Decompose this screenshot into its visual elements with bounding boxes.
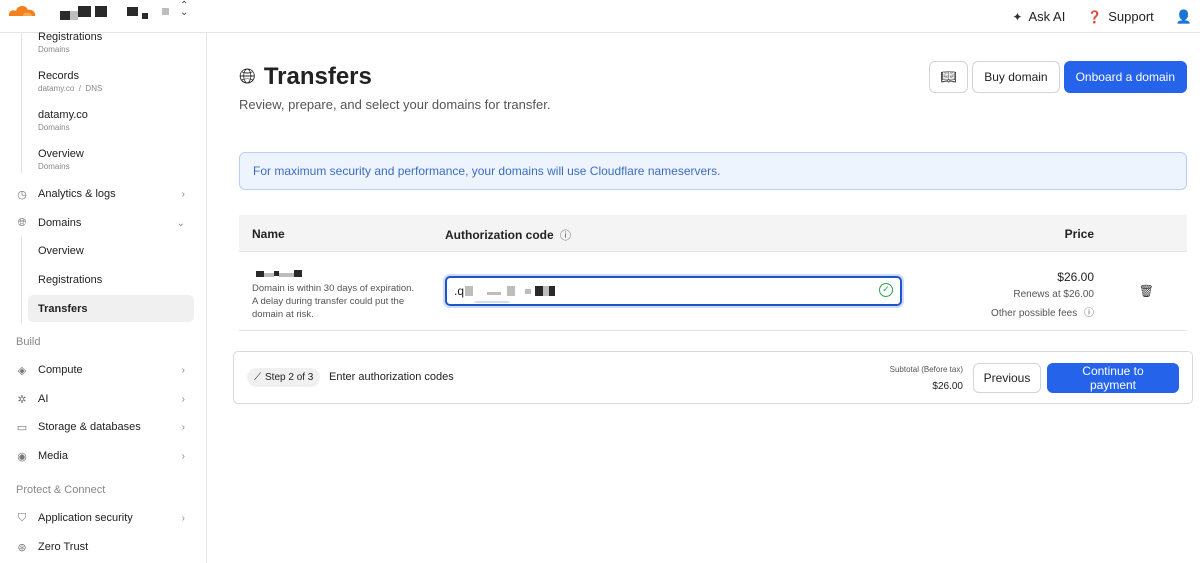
authorization-code-input[interactable]: .q ✓ — [445, 276, 902, 306]
clock-icon: ◷ — [17, 188, 27, 201]
top-bar: ⌃ ⌄ ✦ Ask AI ❓ Support 👤 — [0, 0, 1200, 33]
cloudflare-logo[interactable] — [5, 2, 37, 18]
continue-to-payment-button[interactable]: Continue to payment — [1047, 363, 1179, 393]
account-switcher[interactable] — [60, 3, 169, 20]
sidebar-item-ai[interactable]: ✲ AI › — [0, 386, 207, 412]
info-icon[interactable]: ⓘ — [1084, 308, 1094, 319]
media-icon: ◉ — [17, 450, 27, 463]
section-label-build: Build — [16, 336, 41, 348]
sidebar-item-analytics[interactable]: ◷ Analytics & logs › — [0, 181, 207, 207]
folder-icon: ▭ — [16, 421, 28, 434]
nameserver-notice: For maximum security and performance, yo… — [239, 152, 1187, 190]
expiration-warning: Domain is within 30 days of expiration. … — [252, 283, 415, 320]
book-open-icon: 📖︎ — [940, 69, 957, 84]
progress-icon: ⟋ — [254, 372, 261, 383]
help-circle-icon: ❓ — [1087, 9, 1103, 24]
domain-price: $26.00 — [1057, 270, 1094, 284]
sidebar-item-compute[interactable]: ◈ Compute › — [0, 357, 207, 383]
chevron-updown-icon[interactable]: ⌃ ⌄ — [180, 1, 188, 18]
sidebar-item-zero-trust[interactable]: ⊛ Zero Trust — [0, 534, 207, 560]
sparkle-icon: ✲ — [17, 393, 27, 406]
recent-item-records[interactable]: Records datamy.co / DNS — [38, 70, 102, 93]
previous-button[interactable]: Previous — [973, 363, 1041, 393]
price-cell: $26.00 Renews at $26.00 Other possible f… — [991, 270, 1094, 319]
zero-trust-icon: ⊛ — [17, 541, 27, 554]
sidebar-item-domains[interactable]: 🌐︎ Domains ⌄ — [0, 210, 207, 236]
ask-ai-button[interactable]: ✦ Ask AI — [1012, 9, 1065, 24]
sidebar-item-storage[interactable]: ▭ Storage & databases › — [0, 414, 207, 440]
step-badge: ⟋ Step 2 of 3 — [247, 368, 321, 387]
trash-icon[interactable]: 🗑︎ — [1139, 284, 1154, 298]
sidebar-item-domains-transfers[interactable]: Transfers — [28, 295, 194, 322]
chevron-right-icon: › — [181, 188, 185, 200]
sidebar-item-application-security[interactable]: ⛉ Application security › — [0, 505, 207, 531]
table-row: Domain is within 30 days of expiration. … — [239, 252, 1187, 331]
page-subtitle: Review, prepare, and select your domains… — [239, 97, 551, 112]
subtotal: Subtotal (Before tax) $26.00 — [889, 365, 963, 392]
compute-icon: ◈ — [17, 364, 27, 377]
sidebar: Registrations Domains Records datamy.co … — [0, 31, 207, 563]
shield-icon: ⛉ — [17, 511, 27, 524]
buy-domain-button[interactable]: Buy domain — [972, 61, 1060, 93]
step-description: Enter authorization codes — [329, 371, 454, 383]
checkout-footer: ⟋ Step 2 of 3 Enter authorization codes … — [233, 351, 1193, 404]
globe-icon: 🌐︎ — [17, 216, 27, 229]
sparkle-icon: ✦ — [1012, 9, 1023, 24]
chevron-right-icon: › — [181, 512, 185, 524]
chevron-right-icon: › — [181, 421, 185, 433]
info-icon[interactable]: ⓘ — [560, 230, 571, 242]
column-header-price: Price — [1064, 227, 1094, 241]
other-fees: Other possible fees ⓘ — [991, 308, 1094, 319]
transfers-table: Name Authorization code ⓘ Price Domain i… — [239, 215, 1187, 331]
chevron-right-icon: › — [181, 450, 185, 462]
check-circle-icon: ✓ — [879, 283, 893, 297]
section-label-protect: Protect & Connect — [16, 484, 106, 496]
globe-icon: 🌐︎ — [239, 65, 256, 88]
page-title: Transfers — [263, 63, 372, 90]
sidebar-item-domains-registrations[interactable]: Registrations — [28, 266, 194, 293]
recent-item-overview[interactable]: Overview Domains — [38, 148, 84, 171]
domain-name-redacted — [256, 266, 302, 277]
chevron-right-icon: › — [181, 393, 185, 405]
onboard-domain-button[interactable]: Onboard a domain — [1063, 61, 1187, 93]
column-header-auth: Authorization code ⓘ — [445, 228, 572, 242]
account-name-redacted — [60, 11, 70, 20]
recent-item-datamy[interactable]: datamy.co Domains — [38, 109, 88, 132]
user-icon[interactable]: 👤 — [1176, 9, 1192, 25]
sidebar-item-domains-overview[interactable]: Overview — [28, 237, 194, 264]
sidebar-item-media[interactable]: ◉ Media › — [0, 443, 207, 469]
column-header-name: Name — [252, 227, 285, 241]
table-header: Name Authorization code ⓘ Price — [239, 215, 1187, 252]
docs-book-button[interactable]: 📖︎ — [929, 61, 969, 93]
renewal-price: Renews at $26.00 — [1013, 289, 1094, 300]
support-button[interactable]: ❓ Support — [1087, 9, 1154, 24]
main-content: 🌐︎ Transfers Review, prepare, and select… — [207, 33, 1200, 563]
chevron-right-icon: › — [181, 364, 185, 376]
chevron-down-icon: ⌄ — [176, 217, 185, 229]
recent-item-registrations[interactable]: Registrations Domains — [38, 31, 102, 54]
